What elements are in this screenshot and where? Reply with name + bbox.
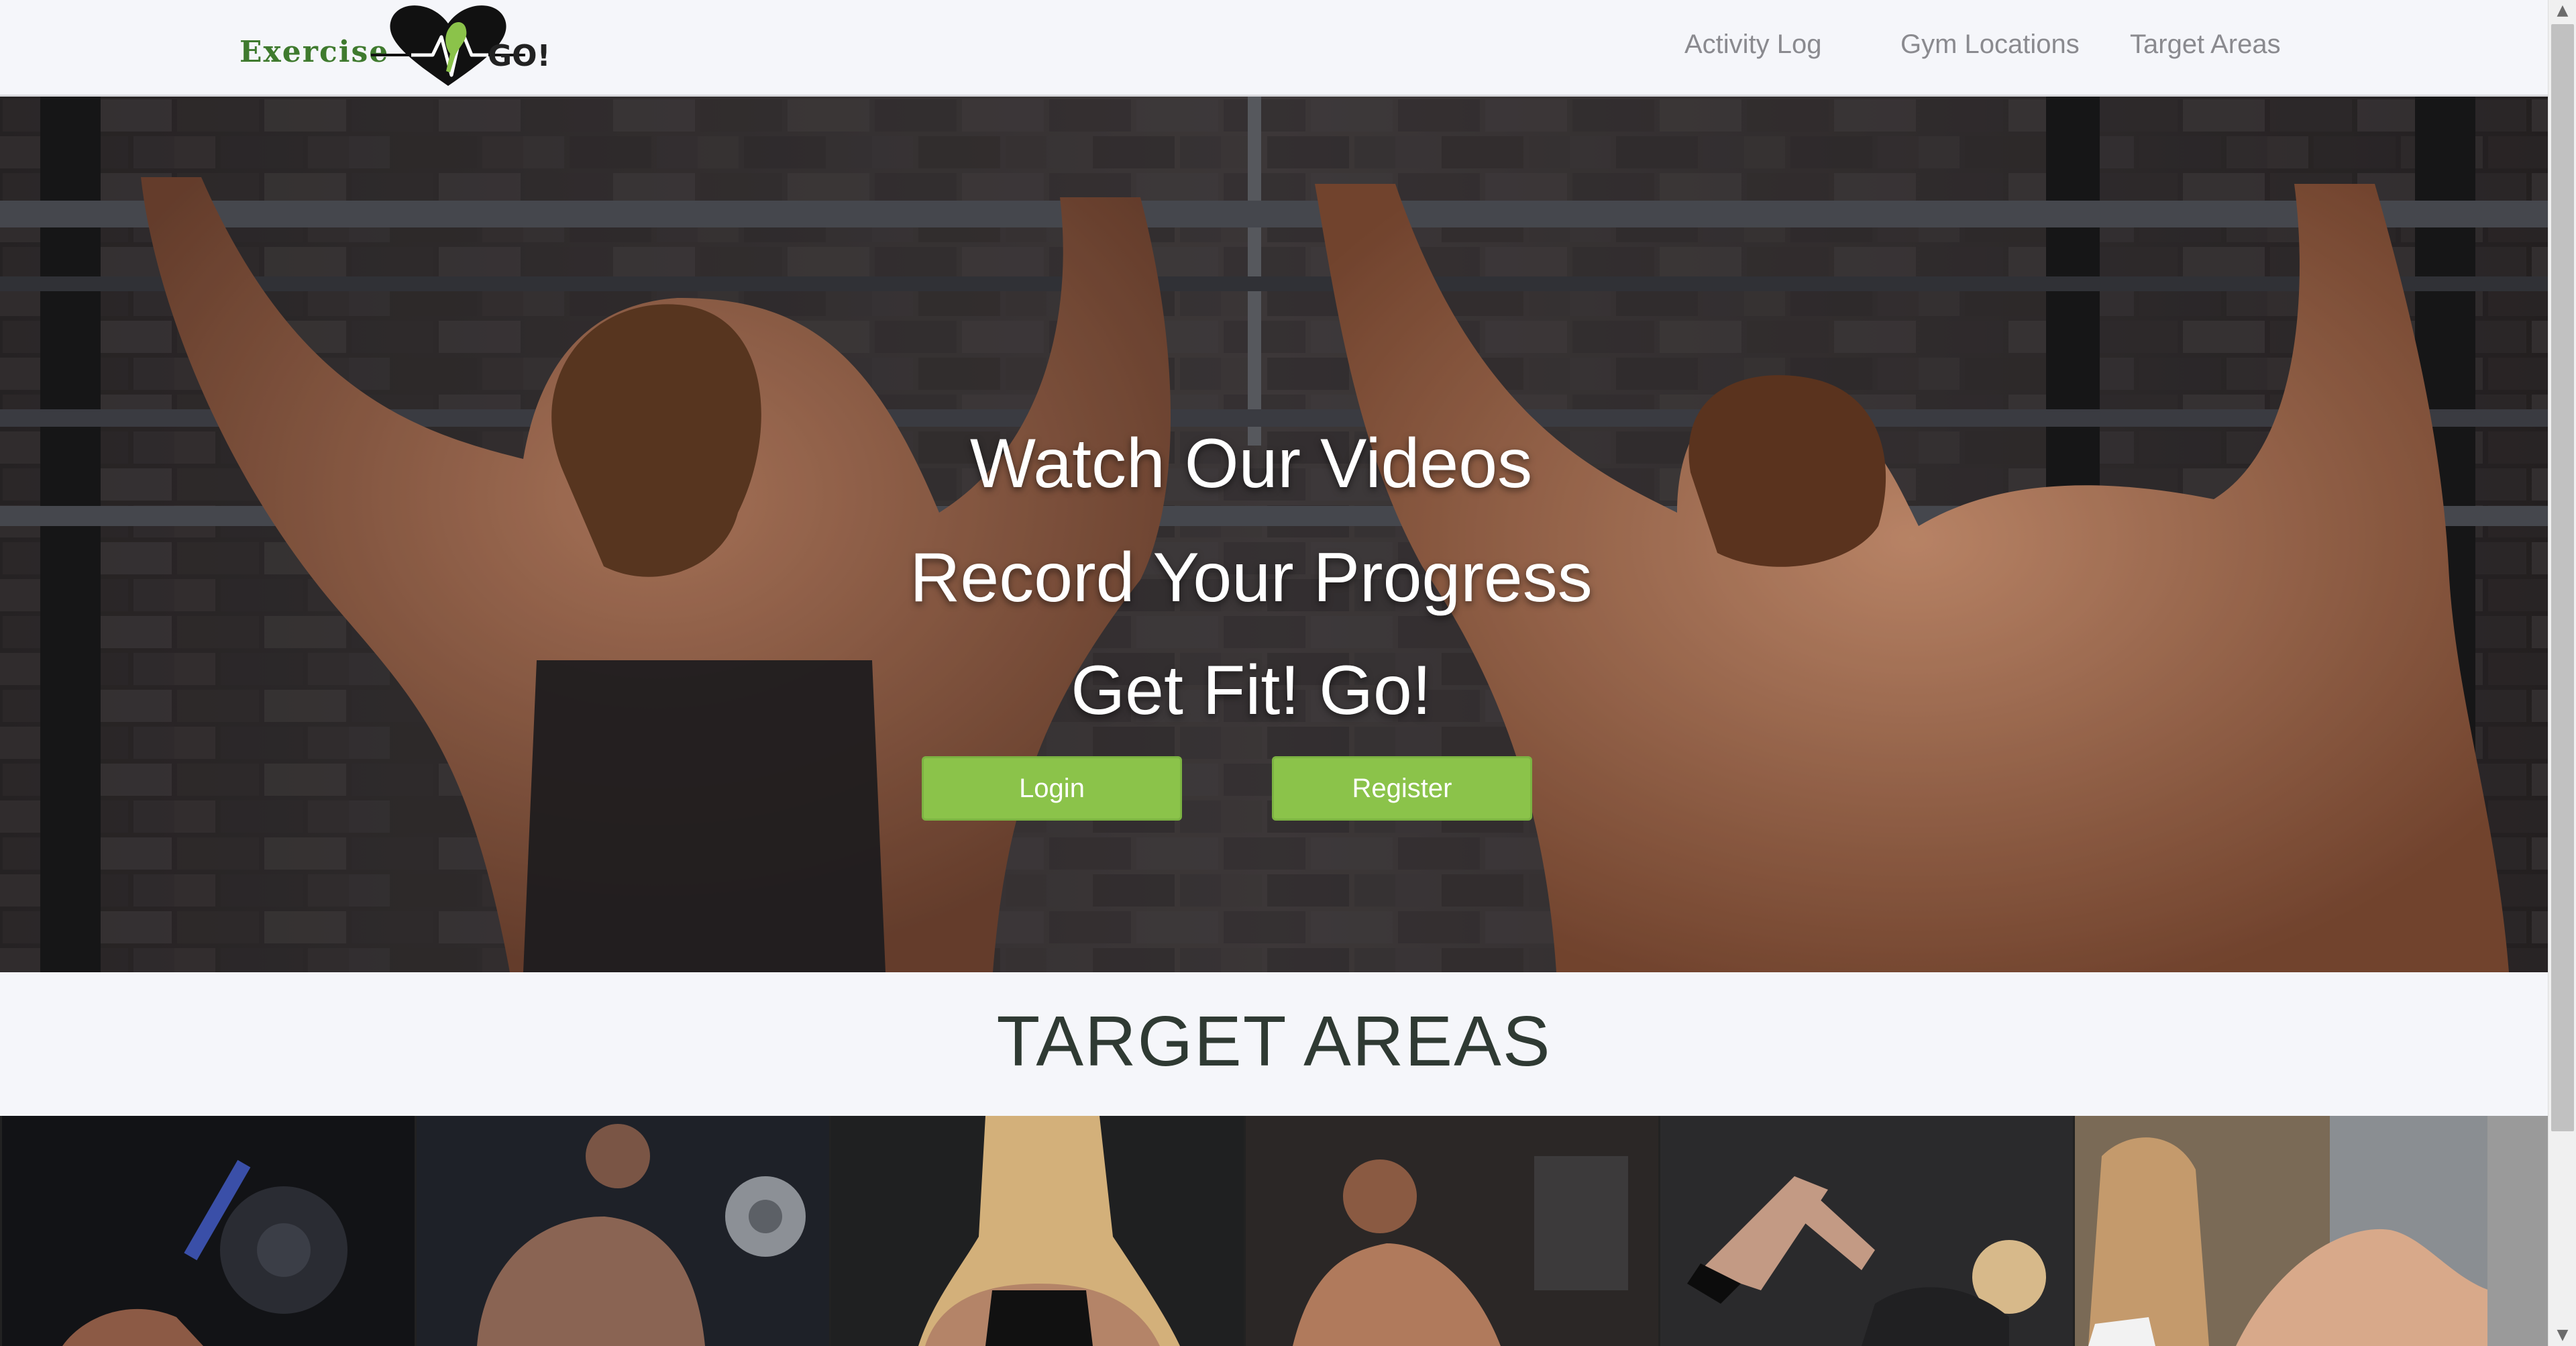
back-photo bbox=[831, 1116, 1244, 1346]
hero-headline-3: Get Fit! Go! bbox=[1071, 652, 1432, 729]
target-tile-abs[interactable] bbox=[1658, 1116, 2073, 1346]
arms-dumbbell-photo bbox=[417, 1116, 829, 1346]
target-area-gallery bbox=[0, 1116, 2548, 1346]
hero-headline-1: Watch Our Videos bbox=[969, 425, 1533, 503]
logo[interactable]: Exercise GO! bbox=[238, 0, 551, 94]
hero-headline-2: Record Your Progress bbox=[910, 539, 1593, 617]
target-tile-legs[interactable] bbox=[0, 1116, 415, 1346]
target-tile-arms[interactable] bbox=[415, 1116, 829, 1346]
nav-activity-log[interactable]: Activity Log bbox=[1684, 30, 1822, 60]
target-tile-chest[interactable] bbox=[1244, 1116, 1658, 1346]
target-tile-back[interactable] bbox=[829, 1116, 1244, 1346]
register-button[interactable]: Register bbox=[1272, 756, 1532, 821]
stretch-photo bbox=[2075, 1116, 2487, 1346]
legs-press-photo bbox=[2, 1116, 415, 1346]
hero-background-photo bbox=[0, 97, 2548, 972]
logo-word-exercise: Exercise bbox=[239, 35, 390, 69]
scroll-thumb[interactable] bbox=[2551, 24, 2574, 1131]
nav-gym-locations[interactable]: Gym Locations bbox=[1900, 30, 2080, 60]
target-areas-heading: TARGET AREAS bbox=[996, 1002, 1552, 1081]
navbar: Exercise GO! Activity Log Gym Locations … bbox=[0, 0, 2548, 97]
logo-word-go: GO! bbox=[488, 39, 551, 73]
scroll-up-arrow-icon[interactable]: ▲ bbox=[2548, 0, 2576, 21]
abs-crunch-photo bbox=[1660, 1116, 2073, 1346]
nav-target-areas[interactable]: Target Areas bbox=[2130, 30, 2281, 60]
target-tile-stretch[interactable] bbox=[2073, 1116, 2487, 1346]
chest-pushup-photo bbox=[1246, 1116, 1658, 1346]
vertical-scrollbar[interactable]: ▲ ▼ bbox=[2548, 0, 2576, 1346]
scroll-down-arrow-icon[interactable]: ▼ bbox=[2548, 1325, 2576, 1346]
login-button[interactable]: Login bbox=[922, 756, 1182, 821]
hero-banner: Watch Our Videos Record Your Progress Ge… bbox=[0, 97, 2548, 972]
